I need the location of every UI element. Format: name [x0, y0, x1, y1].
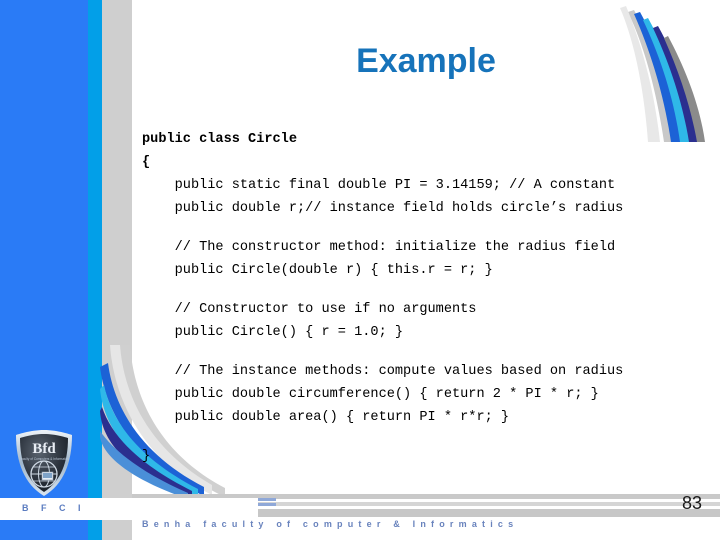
- code-line: {: [142, 155, 151, 170]
- presentation-slide: Example public class Circle { public stat…: [0, 0, 720, 540]
- code-line: // The constructor method: initialize th…: [142, 240, 616, 255]
- svg-text:Bfd: Bfd: [32, 441, 56, 457]
- code-line: // The instance methods: compute values …: [142, 364, 624, 379]
- code-line: public double area() { return PI * r*r; …: [142, 410, 510, 425]
- code-line: public double r;// instance field holds …: [142, 201, 624, 216]
- brand-divider-line: [258, 498, 276, 501]
- sidebar-cyan-bar: [88, 0, 102, 540]
- code-line: // Constructor to use if no arguments: [142, 302, 477, 317]
- code-line: public double circumference() { return 2…: [142, 387, 599, 402]
- brand-long-label: Benha faculty of computer & Informatics: [142, 519, 519, 529]
- code-line: public Circle(double r) { this.r = r; }: [142, 263, 493, 278]
- code-line: public class Circle: [142, 132, 297, 147]
- sidebar-gray-bar: [102, 0, 132, 540]
- code-line: }: [142, 449, 151, 464]
- bfci-shield-logo: Bfd Faculty of Computers & Informatics: [12, 428, 76, 498]
- code-block: public class Circle { public static final…: [142, 128, 623, 468]
- code-line: public static final double PI = 3.14159;…: [142, 178, 616, 193]
- page-number: 83: [681, 493, 702, 513]
- brand-short-label: B F C I: [22, 503, 86, 513]
- brand-divider-line: [258, 503, 276, 506]
- code-line: public Circle() { r = 1.0; }: [142, 325, 404, 340]
- page-title: Example: [356, 42, 496, 80]
